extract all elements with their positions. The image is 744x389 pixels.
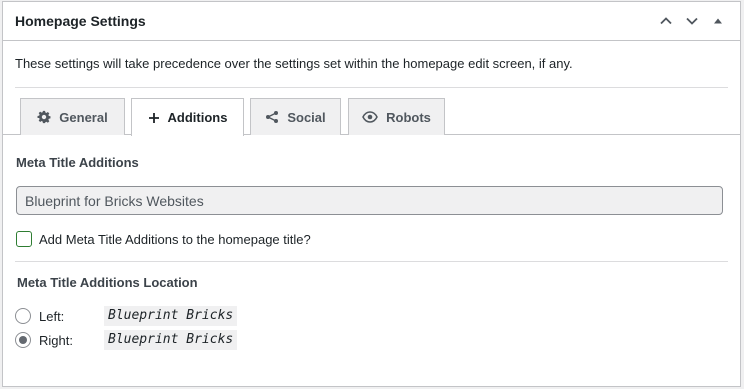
panel-header-controls — [656, 10, 728, 32]
share-icon — [265, 110, 279, 124]
chevron-down-icon[interactable] — [682, 10, 702, 32]
add-meta-title-checkbox-label: Add Meta Title Additions to the homepage… — [39, 232, 311, 247]
triangle-up-icon[interactable] — [708, 10, 728, 32]
homepage-settings-panel: Homepage Settings These settings will ta… — [2, 1, 741, 387]
tab-social[interactable]: Social — [250, 98, 341, 135]
tab-label: General — [59, 109, 108, 125]
section-divider — [15, 261, 728, 262]
meta-title-location-label: Meta Title Additions Location — [17, 275, 198, 290]
meta-title-additions-input[interactable] — [16, 186, 723, 215]
tab-robots[interactable]: Robots — [348, 98, 445, 135]
settings-tabs: General Additions Social Robots — [3, 98, 740, 136]
gear-icon — [37, 110, 51, 124]
tab-additions[interactable]: Additions — [131, 98, 244, 136]
location-left-label: Left: — [39, 309, 65, 324]
location-right-label: Right: — [39, 333, 73, 348]
location-left-preview: Blueprint Bricks — [104, 306, 238, 326]
location-right-radio[interactable] — [15, 332, 31, 348]
tab-general[interactable]: General — [20, 98, 125, 135]
panel-header: Homepage Settings — [3, 2, 740, 41]
eye-icon — [362, 111, 378, 123]
meta-title-additions-label: Meta Title Additions — [16, 155, 139, 170]
panel-title: Homepage Settings — [15, 13, 146, 29]
description-divider — [15, 87, 728, 88]
location-left-radio[interactable] — [15, 308, 31, 324]
panel-description: These settings will take precedence over… — [15, 56, 573, 71]
tab-label: Social — [287, 109, 326, 125]
chevron-up-icon[interactable] — [656, 10, 676, 32]
tab-label: Additions — [167, 110, 228, 125]
add-meta-title-checkbox[interactable] — [16, 231, 32, 247]
location-right-preview: Blueprint Bricks — [104, 330, 238, 350]
plus-icon — [148, 112, 160, 124]
tab-label: Robots — [386, 109, 431, 125]
